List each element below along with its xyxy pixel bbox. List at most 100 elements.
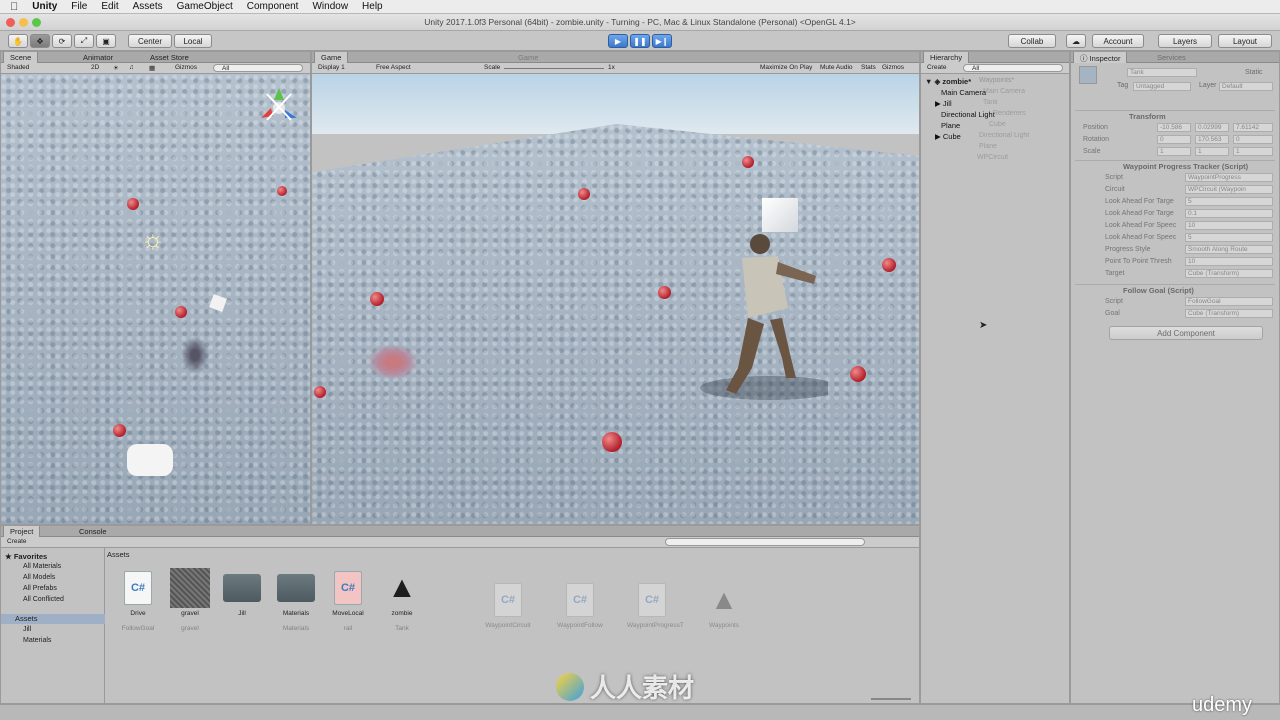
menu-component[interactable]: Component xyxy=(247,1,299,12)
rotate-tool-button[interactable]: ⟳ xyxy=(52,34,72,48)
menu-gameobject[interactable]: GameObject xyxy=(177,1,233,12)
display-dropdown[interactable]: Display 1 xyxy=(318,64,345,71)
hierarchy-item-main-camera[interactable]: Main Camera xyxy=(941,88,986,97)
favorite-all-materials[interactable]: All Materials xyxy=(23,563,61,570)
cloud-button[interactable]: ☁ xyxy=(1066,34,1086,48)
scale-y-field[interactable]: 1 xyxy=(1195,147,1229,156)
favorite-all-models[interactable]: All Models xyxy=(23,574,55,581)
layer-dropdown[interactable]: Default xyxy=(1219,82,1273,91)
tab-asset-store[interactable]: Asset Store xyxy=(144,52,195,63)
scale-tool-button[interactable]: ⤢ xyxy=(74,34,94,48)
menu-file[interactable]: File xyxy=(71,1,87,12)
goal-field[interactable]: Cube (Transform) xyxy=(1185,309,1273,318)
menu-unity[interactable]: Unity xyxy=(32,1,57,12)
assets-breadcrumb[interactable]: Assets xyxy=(107,550,130,559)
hierarchy-item-directional-light[interactable]: Directional Light xyxy=(941,110,995,119)
game-viewport[interactable] xyxy=(312,124,919,524)
scale-x-field[interactable]: 1 xyxy=(1157,147,1191,156)
hierarchy-search-input[interactable]: All xyxy=(963,64,1063,72)
mute-audio-toggle[interactable]: Mute Audio xyxy=(820,64,853,71)
favorite-all-prefabs[interactable]: All Prefabs xyxy=(23,585,57,592)
game-gizmos-dropdown[interactable]: Gizmos xyxy=(882,64,904,71)
asset-gravel[interactable]: gravel gravel xyxy=(165,568,215,632)
position-z-field[interactable]: 7.61142 xyxy=(1233,123,1273,132)
transform-header[interactable]: Transform xyxy=(1129,112,1166,121)
scene-search-input[interactable]: All xyxy=(213,64,303,72)
asset-movelocal[interactable]: C# MoveLocal rail xyxy=(323,569,373,632)
scene-cube[interactable] xyxy=(209,294,227,312)
pivot-local-toggle[interactable]: Local xyxy=(174,34,212,48)
layout-dropdown[interactable]: Layout xyxy=(1218,34,1272,48)
hierarchy-item-cube[interactable]: ▶ Cube xyxy=(935,132,961,141)
hierarchy-create-dropdown[interactable]: Create xyxy=(927,64,947,71)
tab-console[interactable]: Console xyxy=(73,526,113,537)
tab-game[interactable]: Game xyxy=(314,52,349,63)
camera-gizmo-icon[interactable] xyxy=(127,444,173,476)
object-name-field[interactable]: Tank xyxy=(1127,68,1197,77)
tracker-row-field[interactable]: 10 xyxy=(1185,257,1273,266)
position-y-field[interactable]: 0.02999 xyxy=(1195,123,1229,132)
menu-window[interactable]: Window xyxy=(312,1,348,12)
waypoint-tracker-header[interactable]: Waypoint Progress Tracker (Script) xyxy=(1123,162,1248,171)
hierarchy-scene-root[interactable]: ▼ ◈ zombie* xyxy=(925,77,971,86)
shading-mode-dropdown[interactable]: Shaded xyxy=(7,64,29,71)
asset-materials-folder[interactable]: Materials Materials xyxy=(271,569,321,632)
hand-tool-button[interactable]: ✋ xyxy=(8,34,28,48)
hierarchy-item-plane[interactable]: Plane xyxy=(941,121,960,130)
directional-light-icon[interactable]: ☼ xyxy=(141,224,165,255)
effects-toggle-icon[interactable]: ▦ xyxy=(149,64,155,72)
pivot-center-toggle[interactable]: Center xyxy=(128,34,172,48)
tracker-row-field[interactable]: WPCircuit (Waypoin xyxy=(1185,185,1273,194)
favorite-all-conflicted[interactable]: All Conflicted xyxy=(23,596,64,603)
lighting-toggle-icon[interactable]: ☀ xyxy=(113,64,119,72)
layers-dropdown[interactable]: Layers xyxy=(1158,34,1212,48)
tab-animator[interactable]: Animator xyxy=(77,52,119,63)
scene-orientation-gizmo-icon[interactable] xyxy=(257,84,301,128)
follow-goal-header[interactable]: Follow Goal (Script) xyxy=(1123,286,1194,295)
project-search-input[interactable] xyxy=(665,538,865,546)
tracker-row-field[interactable]: Cube (Transform) xyxy=(1185,269,1273,278)
scale-slider[interactable] xyxy=(504,68,604,69)
collab-button[interactable]: Collab xyxy=(1008,34,1056,48)
tab-hierarchy[interactable]: Hierarchy xyxy=(923,52,970,63)
asset-drive[interactable]: C# Drive FollowGoal xyxy=(113,569,163,632)
rotation-y-field[interactable]: 170.563 xyxy=(1195,135,1229,144)
menu-assets[interactable]: Assets xyxy=(133,1,163,12)
tracker-row-field[interactable]: Smooth Along Route xyxy=(1185,245,1273,254)
asset-jill-folder[interactable]: Jill xyxy=(217,569,267,617)
maximize-on-play-toggle[interactable]: Maximize On Play xyxy=(760,64,812,71)
rotation-z-field[interactable]: 0 xyxy=(1233,135,1273,144)
scale-z-field[interactable]: 1 xyxy=(1233,147,1273,156)
follow-script-field[interactable]: FollowGoal xyxy=(1185,297,1273,306)
play-button[interactable]: ▶ xyxy=(608,34,628,48)
aspect-dropdown[interactable]: Free Aspect xyxy=(376,64,411,71)
add-component-button[interactable]: Add Component xyxy=(1109,326,1263,340)
tab-inspector[interactable]: ⓘ Inspector xyxy=(1073,52,1128,63)
account-dropdown[interactable]: Account xyxy=(1092,34,1144,48)
step-button[interactable]: ▶❙ xyxy=(652,34,672,48)
hierarchy-item-jill[interactable]: ▶ Jill xyxy=(935,99,952,108)
asset-zombie[interactable]: ▲ zombie Tank xyxy=(377,569,427,633)
rotation-x-field[interactable]: 0 xyxy=(1157,135,1191,144)
position-x-field[interactable]: -10.586 xyxy=(1157,123,1191,132)
scene-gizmos-dropdown[interactable]: Gizmos xyxy=(175,64,197,71)
2d-toggle[interactable]: 2D xyxy=(91,64,99,71)
apple-icon[interactable]:  xyxy=(10,1,18,13)
tab-project[interactable]: Project xyxy=(3,526,41,537)
rect-tool-button[interactable]: ▣ xyxy=(96,34,116,48)
assets-root-folder[interactable]: Assets xyxy=(1,614,105,624)
menu-help[interactable]: Help xyxy=(362,1,383,12)
tree-folder-jill[interactable]: Jill xyxy=(23,626,31,633)
scene-viewport[interactable]: ☼ xyxy=(1,74,310,524)
tracker-row-field[interactable]: 5 xyxy=(1185,233,1273,242)
tracker-row-field[interactable]: 10 xyxy=(1185,221,1273,230)
pause-button[interactable]: ❚❚ xyxy=(630,34,650,48)
tracker-row-field[interactable]: 0.1 xyxy=(1185,209,1273,218)
project-create-dropdown[interactable]: Create xyxy=(7,538,27,545)
scene-zombie-character[interactable] xyxy=(181,336,209,374)
favorites-header[interactable]: ★ Favorites xyxy=(5,552,47,561)
static-toggle[interactable]: Static xyxy=(1245,69,1263,76)
audio-toggle-icon[interactable]: ♫ xyxy=(129,64,134,71)
thumbnail-size-slider[interactable] xyxy=(871,698,911,700)
tracker-script-field[interactable]: WaypointProgress xyxy=(1185,173,1273,182)
